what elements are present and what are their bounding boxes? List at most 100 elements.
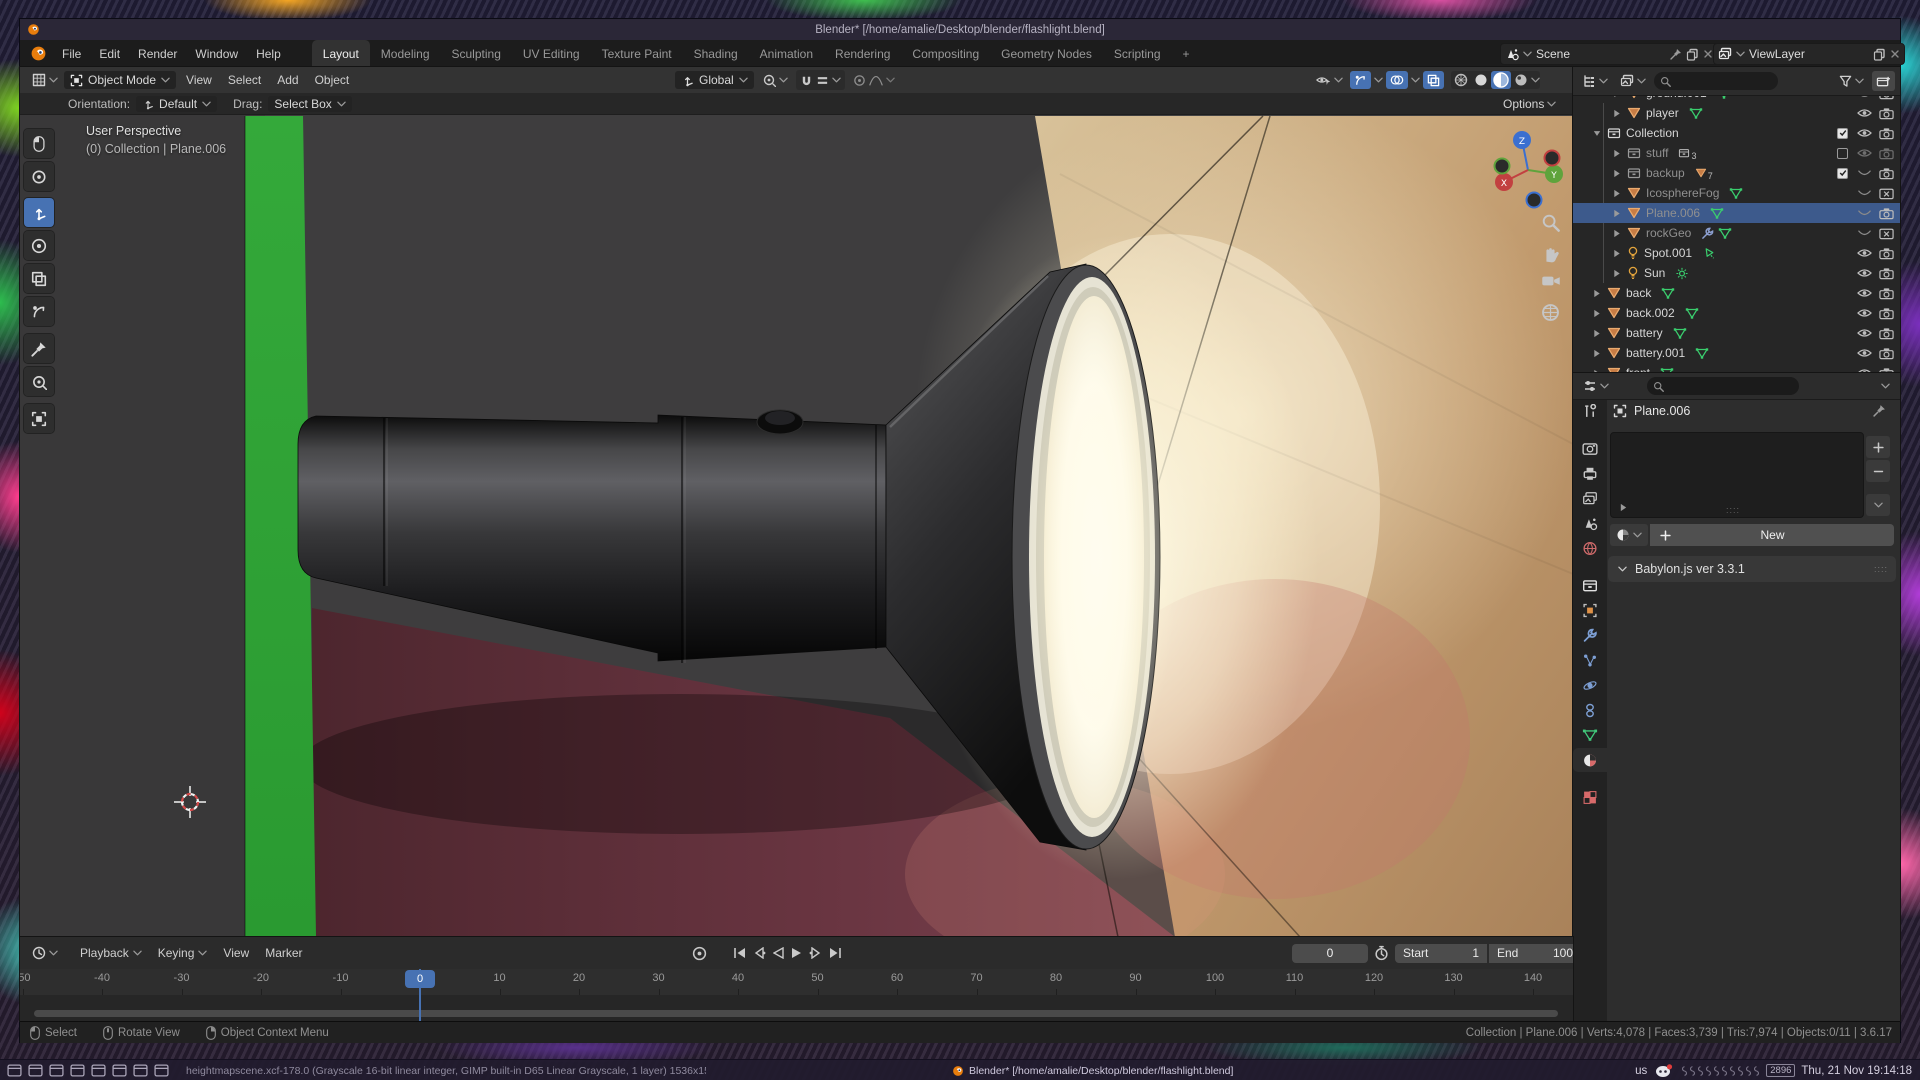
expand-icon[interactable]: [1613, 209, 1621, 218]
timeline-menu-keying[interactable]: Keying: [150, 940, 216, 967]
outliner-row-icospherefog[interactable]: IcosphereFog: [1573, 183, 1900, 203]
viewport-menu-select[interactable]: Select: [220, 67, 269, 94]
outliner-filter-button[interactable]: [1835, 71, 1868, 91]
show-viewport-icon[interactable]: [1857, 348, 1872, 358]
tray-link-icon[interactable]: [1745, 1065, 1752, 1077]
babylon-panel-header[interactable]: Babylon.js ver 3.3.1 ::::: [1608, 556, 1896, 582]
expand-icon[interactable]: [1593, 329, 1601, 338]
timeline-tracks[interactable]: [20, 995, 1573, 1021]
properties-tab-constraints[interactable]: [1573, 698, 1607, 722]
outliner[interactable]: ground.001playerCollectionstuff3backup7I…: [1573, 67, 1900, 373]
workspace-tab-texture-paint[interactable]: Texture Paint: [591, 40, 683, 67]
properties-tab-view-layer[interactable]: [1573, 486, 1607, 510]
enable-render-icon[interactable]: [1879, 347, 1894, 360]
options-button[interactable]: Options: [1503, 97, 1556, 111]
remove-viewlayer-icon[interactable]: [1890, 49, 1900, 59]
previous-keyframe-button[interactable]: [753, 947, 766, 959]
tool-orientation-dropdown[interactable]: Default: [136, 96, 217, 112]
chevron-down-icon[interactable]: [1374, 77, 1383, 83]
add-slot-button[interactable]: [1866, 436, 1890, 458]
workspace-tab-compositing[interactable]: Compositing: [901, 40, 990, 67]
tray-link-icon[interactable]: [1697, 1065, 1704, 1077]
keyboard-layout-indicator[interactable]: us: [1635, 1065, 1647, 1077]
menu-window[interactable]: Window: [186, 40, 247, 67]
properties-editor[interactable]: Plane.006 :::: New Babylon.js ver 3.3.1 …: [1573, 373, 1900, 1021]
measure-tool-button[interactable]: [24, 367, 54, 396]
properties-tab-particles[interactable]: [1573, 648, 1607, 672]
show-viewport-icon[interactable]: [1857, 128, 1872, 138]
enable-render-icon[interactable]: [1879, 147, 1894, 160]
tray-link-icon[interactable]: [1705, 1065, 1712, 1077]
start-frame-field[interactable]: Start1: [1395, 944, 1487, 963]
mode-dropdown[interactable]: Object Mode: [64, 71, 176, 89]
rotate-tool-button[interactable]: [24, 231, 54, 260]
show-viewport-icon[interactable]: [1857, 328, 1872, 338]
outliner-row-battery[interactable]: battery: [1573, 323, 1900, 343]
end-frame-field[interactable]: End100: [1489, 944, 1573, 963]
zoom-view-icon[interactable]: [1541, 213, 1560, 232]
expand-icon[interactable]: [1593, 289, 1601, 298]
timeline-menu-marker[interactable]: Marker: [257, 940, 310, 967]
workspace-tab-animation[interactable]: Animation: [749, 40, 824, 67]
viewport-menu-add[interactable]: Add: [269, 67, 306, 94]
collection-exclude-checkbox[interactable]: [1837, 168, 1848, 179]
show-viewport-icon[interactable]: [1857, 248, 1872, 258]
properties-tab-object[interactable]: [1573, 598, 1607, 622]
new-scene-icon[interactable]: [1686, 48, 1699, 61]
panel-grip[interactable]: ::::: [1874, 564, 1888, 574]
hide-viewport-icon[interactable]: [1857, 188, 1872, 198]
new-viewlayer-icon[interactable]: [1873, 48, 1886, 61]
shading-rendered-button[interactable]: [1511, 73, 1531, 87]
expand-icon[interactable]: [1613, 229, 1621, 238]
enable-render-icon[interactable]: [1879, 287, 1894, 300]
expand-icon[interactable]: [1613, 149, 1621, 158]
shading-solid-button[interactable]: [1471, 73, 1491, 87]
transform-tool-button[interactable]: [24, 297, 54, 326]
toggle-perspective-icon[interactable]: [1541, 303, 1560, 322]
add-cube-tool-button[interactable]: [24, 404, 54, 433]
show-viewport-icon[interactable]: [1857, 268, 1872, 278]
hide-viewport-icon[interactable]: [1857, 228, 1872, 238]
expand-icon[interactable]: [1613, 189, 1621, 198]
properties-tab-texture[interactable]: [1573, 785, 1607, 809]
expand-icon[interactable]: [1593, 349, 1601, 358]
workspace-tab-shading[interactable]: Shading: [683, 40, 749, 67]
collection-exclude-checkbox[interactable]: [1837, 128, 1848, 139]
jump-to-start-button[interactable]: [733, 947, 746, 959]
expand-icon[interactable]: [1613, 249, 1621, 258]
snap-toggle[interactable]: [796, 70, 845, 90]
properties-editor-type-button[interactable]: [1579, 376, 1613, 396]
show-viewport-icon[interactable]: [1857, 308, 1872, 318]
shading-material-preview-button[interactable]: [1491, 71, 1511, 89]
taskbar-app-icon[interactable]: [133, 1064, 148, 1077]
pin-icon[interactable]: [1670, 48, 1682, 60]
workspace-tab-rendering[interactable]: Rendering: [824, 40, 901, 67]
collapse-icon[interactable]: [1593, 129, 1601, 138]
taskbar-app-icon[interactable]: [91, 1064, 106, 1077]
workspace-tab-geometry-nodes[interactable]: Geometry Nodes: [990, 40, 1103, 67]
browse-material-button[interactable]: [1610, 524, 1648, 546]
outliner-row-collection[interactable]: Collection: [1573, 123, 1900, 143]
enable-render-icon[interactable]: [1879, 247, 1894, 260]
new-collection-button[interactable]: [1872, 71, 1895, 91]
show-viewport-icon[interactable]: [1857, 288, 1872, 298]
viewlayer-selector[interactable]: ViewLayer: [1713, 43, 1905, 65]
annotate-tool-button[interactable]: [24, 334, 54, 363]
enable-render-icon[interactable]: [1879, 207, 1894, 220]
hide-viewport-icon[interactable]: [1857, 168, 1872, 178]
properties-tab-physics[interactable]: [1573, 673, 1607, 697]
move-tool-button[interactable]: [24, 198, 54, 227]
tray-link-icon[interactable]: [1689, 1065, 1696, 1077]
new-material-button[interactable]: New: [1650, 524, 1894, 546]
play-reverse-button[interactable]: [773, 947, 784, 959]
workspace-tab-uv-editing[interactable]: UV Editing: [512, 40, 591, 67]
unlink-scene-icon[interactable]: [1703, 49, 1713, 59]
transform-orientation-dropdown[interactable]: Global: [675, 71, 754, 89]
tweak-button[interactable]: [24, 129, 54, 158]
viewport-3d[interactable]: Object Mode ViewSelectAddObject Global: [20, 67, 1573, 937]
taskbar-app-icon[interactable]: [70, 1064, 85, 1077]
shading-wireframe-button[interactable]: [1451, 73, 1471, 87]
expand-icon[interactable]: [1613, 109, 1621, 118]
outliner-row-battery-001[interactable]: battery.001: [1573, 343, 1900, 363]
tray-link-icon[interactable]: [1753, 1065, 1760, 1077]
